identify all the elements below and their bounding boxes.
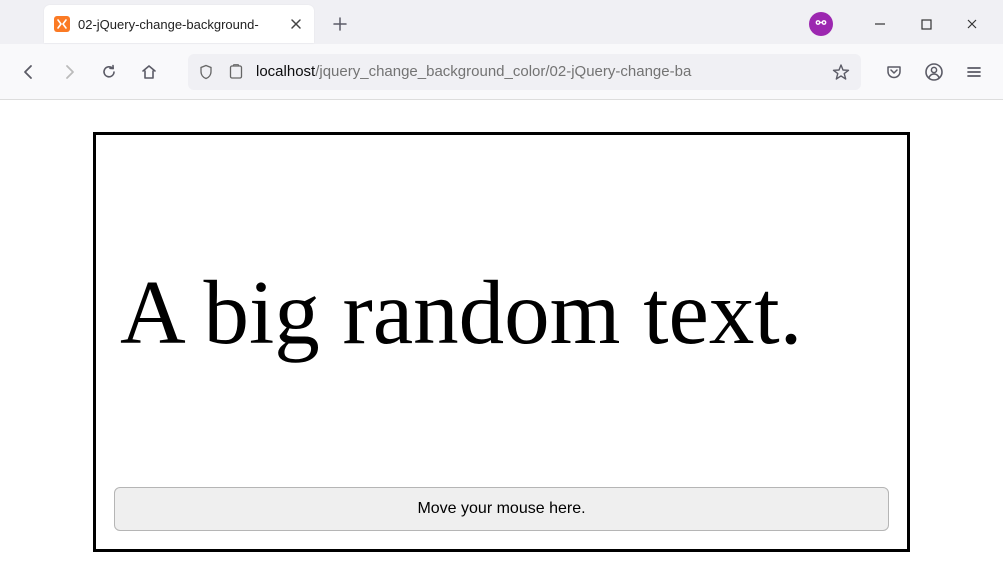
mouse-hover-button[interactable]: Move your mouse here. [114,487,889,531]
home-button[interactable] [132,55,166,89]
url-path: /jquery_change_background_color/02-jQuer… [315,63,691,80]
browser-tab[interactable]: 02-jQuery-change-background- [44,5,314,43]
new-tab-button[interactable] [326,10,354,38]
toolbar: localhost/jquery_change_background_color… [0,44,1003,99]
bookmark-star-icon[interactable] [829,63,853,81]
profile-badge[interactable] [809,12,833,36]
close-tab-icon[interactable] [288,16,304,32]
back-button[interactable] [12,55,46,89]
window-close-button[interactable] [949,8,995,40]
page-info-icon [226,62,246,82]
account-button[interactable] [917,55,951,89]
heading-text: A big random text. [120,263,889,363]
address-bar[interactable]: localhost/jquery_change_background_color… [188,54,861,90]
content-card: A big random text. Move your mouse here. [93,132,910,552]
reload-button[interactable] [92,55,126,89]
window-minimize-button[interactable] [857,8,903,40]
browser-chrome: 02-jQuery-change-background- [0,0,1003,100]
page-viewport: A big random text. Move your mouse here. [0,100,1003,576]
app-menu-button[interactable] [957,55,991,89]
tab-strip: 02-jQuery-change-background- [0,0,1003,44]
forward-button [52,55,86,89]
tab-title: 02-jQuery-change-background- [78,17,288,32]
pocket-button[interactable] [877,55,911,89]
url-host: localhost [256,63,315,80]
xampp-icon [54,16,70,32]
shield-icon [196,62,216,82]
url-text: localhost/jquery_change_background_color… [256,63,829,80]
window-maximize-button[interactable] [903,8,949,40]
window-controls [809,8,995,40]
